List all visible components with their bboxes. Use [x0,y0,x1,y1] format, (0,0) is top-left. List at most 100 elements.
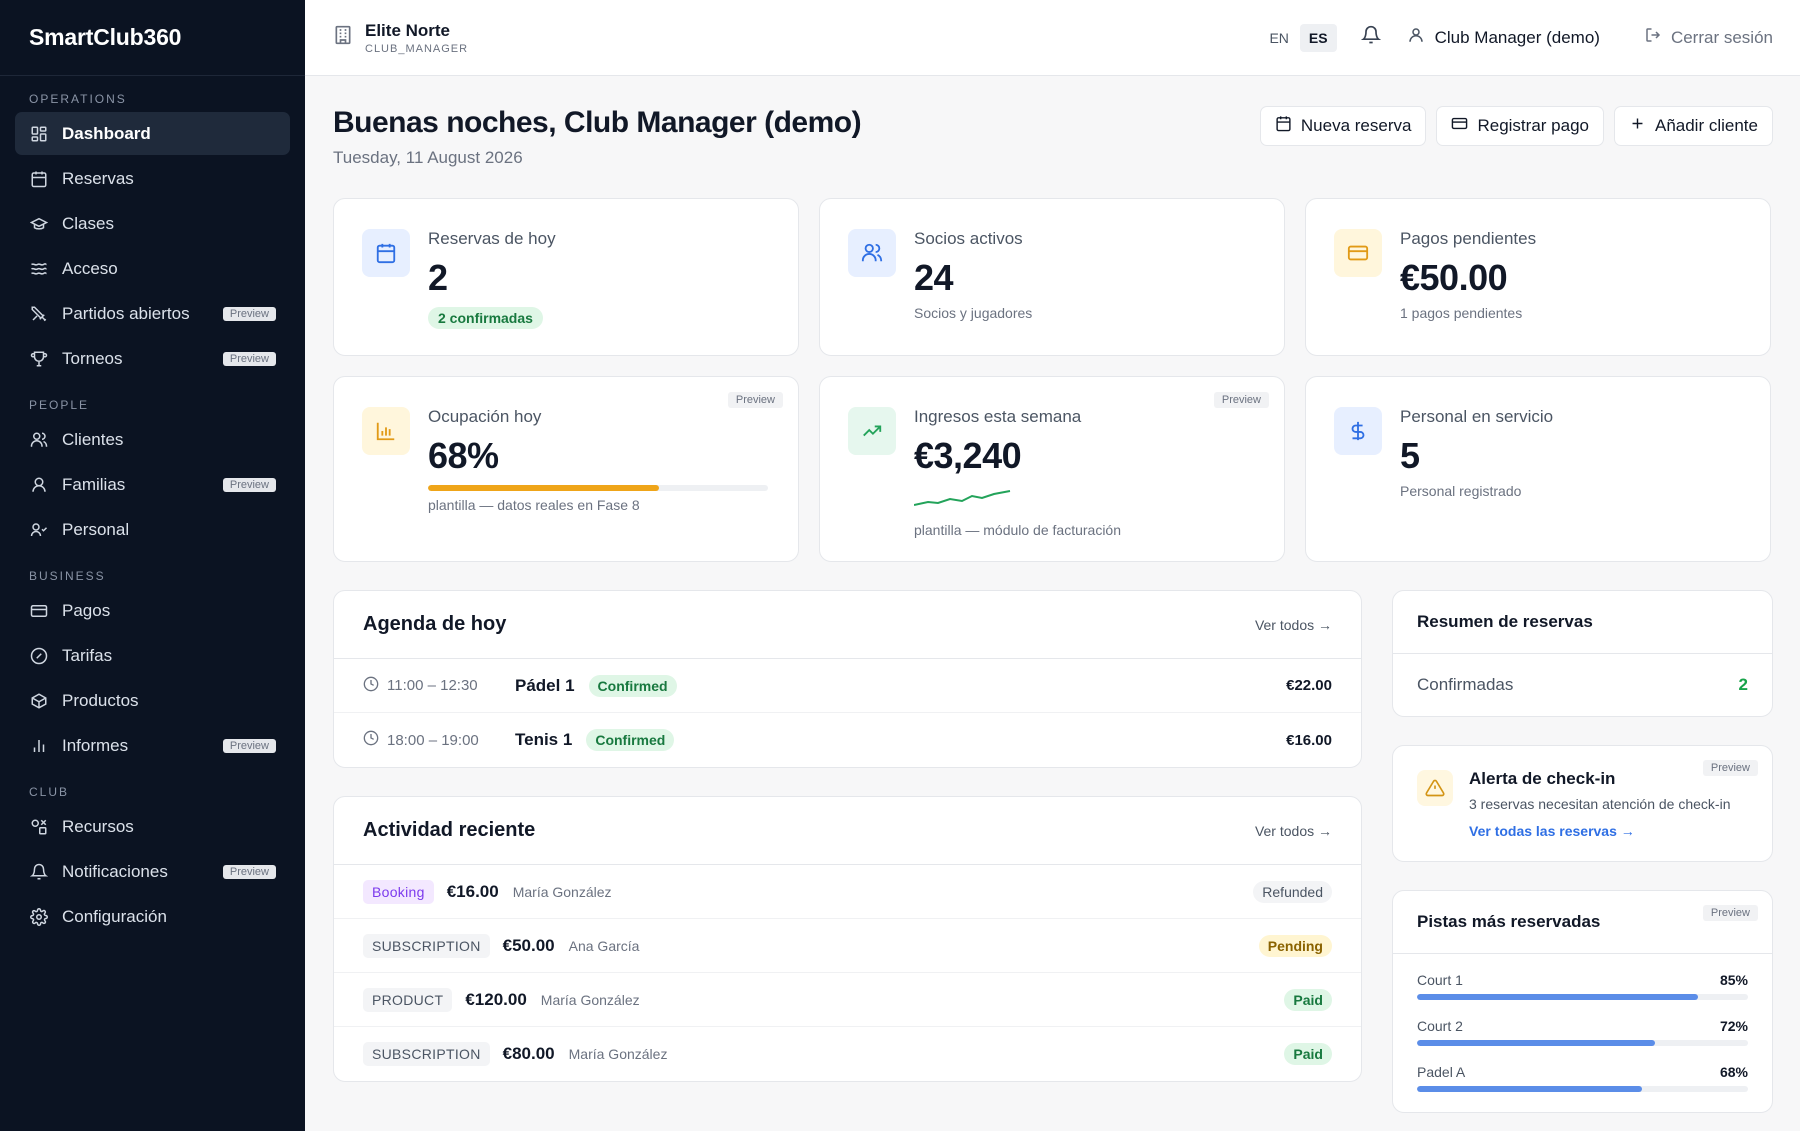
activity-row[interactable]: Booking €16.00 María González Refunded [334,865,1361,919]
plus-icon [1629,115,1646,137]
staff-icon [29,520,49,540]
agenda-row[interactable]: 11:00 – 12:30 Pádel 1 Confirmed €22.00 [334,659,1361,713]
stat-card-occupancy[interactable]: Preview Ocupación hoy 68% plantilla — da… [333,376,799,562]
sidebar-item-label: Partidos abiertos [62,303,190,323]
stat-card-pending-payments[interactable]: Pagos pendientes €50.00 1 pagos pendient… [1305,198,1771,356]
sidebar-item-label: Acceso [62,258,118,278]
sidebar-item-clientes[interactable]: Clientes [15,418,290,461]
stat-label: Personal en servicio [1400,407,1554,426]
notifications-bell-icon[interactable] [1360,25,1381,50]
dollar-icon [1334,407,1382,455]
agenda-amount: €22.00 [1286,677,1332,694]
sidebar-item-label: Reservas [62,168,134,188]
agenda-row[interactable]: 18:00 – 19:00 Tenis 1 Confirmed €16.00 [334,713,1361,767]
section-label-people: PEOPLE [29,398,90,412]
stat-card-weekly-revenue[interactable]: Preview Ingresos esta semana €3,240 plan… [819,376,1285,562]
family-icon [29,475,49,495]
lang-es-button[interactable]: ES [1299,23,1337,52]
sidebar-item-configuracion[interactable]: Configuración [15,895,290,938]
add-client-button[interactable]: Añadir cliente [1613,106,1773,146]
preview-badge: Preview [727,392,783,408]
sidebar-item-torneos[interactable]: Torneos Preview [15,337,290,380]
revenue-sparkline [913,490,1011,506]
sidebar-item-dashboard[interactable]: Dashboard [15,112,290,155]
stat-card-bookings-today[interactable]: Reservas de hoy 2 2 confirmadas [333,198,799,356]
credit-card-icon [29,601,49,621]
stat-sub: plantilla — datos reales en Fase 8 [428,497,640,513]
activity-row[interactable]: SUBSCRIPTION €50.00 Ana García Pending [334,919,1361,973]
stat-value: €3,240 [914,435,1022,476]
page-title: Buenas noches, Club Manager (demo) [333,106,862,139]
percent-badge-icon [29,646,49,666]
warning-icon [1417,770,1453,806]
club-selector[interactable]: Elite Norte CLUB_MANAGER [333,21,468,55]
new-booking-label: Nueva reserva [1300,116,1412,135]
building-icon [333,25,353,50]
stat-card-active-members[interactable]: Socios activos 24 Socios y jugadores [819,198,1285,356]
alert-title: Alerta de check-in [1469,769,1616,788]
sidebar-item-recursos[interactable]: Recursos [15,805,290,848]
court-usage-row: Padel A 68% [1393,1064,1772,1092]
stat-card-staff[interactable]: Personal en servicio 5 Personal registra… [1305,376,1771,562]
new-booking-button[interactable]: Nueva reserva [1259,106,1427,146]
waves-icon [29,259,49,279]
clock-icon [363,676,379,696]
activity-client: María González [512,883,612,900]
sidebar-item-notificaciones[interactable]: Notificaciones Preview [15,850,290,893]
sidebar-item-label: Clientes [62,429,124,449]
sidebar-item-clases[interactable]: Clases [15,202,290,245]
stat-value: €50.00 [1400,257,1508,298]
checkin-alert-card: Preview Alerta de check-in 3 reservas ne… [1392,745,1773,862]
logout-button[interactable]: Cerrar sesión [1644,26,1773,49]
sidebar-item-label: Personal [62,519,130,539]
dashboard-icon [29,124,49,144]
sidebar-item-informes[interactable]: Informes Preview [15,724,290,767]
agenda-card: Agenda de hoy Ver todos → 11:00 – 12:30 … [333,590,1362,768]
main-area: Elite Norte CLUB_MANAGER EN ES Club Mana… [305,0,1800,1131]
activity-amount: €50.00 [502,935,555,955]
sidebar-item-personal[interactable]: Personal [15,508,290,551]
section-label-club: CLUB [29,785,70,799]
topbar: Elite Norte CLUB_MANAGER EN ES Club Mana… [305,0,1800,76]
package-icon [29,691,49,711]
logout-label: Cerrar sesión [1670,27,1773,47]
activity-amount: €120.00 [465,989,527,1009]
agenda-time: 18:00 – 19:00 [387,731,479,749]
sidebar-item-familias[interactable]: Familias Preview [15,463,290,506]
activity-client: María González [568,1046,668,1062]
top-courts-title: Pistas más reservadas [1417,912,1601,931]
court-usage-fill [1417,1040,1656,1046]
club-name: Elite Norte [365,20,451,40]
sidebar-item-partidos-abiertos[interactable]: Partidos abiertos Preview [15,292,290,335]
activity-row[interactable]: PRODUCT €120.00 María González Paid [334,973,1361,1027]
user-menu[interactable]: Club Manager (demo) [1407,26,1600,49]
court-usage-bar [1417,1086,1748,1092]
status-badge: Paid [1284,988,1332,1011]
agenda-court: Tenis 1 [515,730,573,749]
summary-value: 2 [1738,675,1748,694]
brand-logo[interactable]: SmartClub360 [0,0,305,76]
preview-badge: Preview [222,738,276,753]
sidebar-item-acceso[interactable]: Acceso [15,247,290,290]
sidebar-item-reservas[interactable]: Reservas [15,157,290,200]
lang-en-button[interactable]: EN [1260,24,1297,52]
view-all-bookings-link[interactable]: Ver todas las reservas → [1469,823,1748,839]
court-usage-row: Court 1 85% [1393,972,1772,1000]
court-pct: 68% [1719,1064,1748,1080]
stat-sub: plantilla — módulo de facturación [914,522,1122,538]
stat-label: Ingresos esta semana [914,407,1082,426]
agenda-see-all-link[interactable]: Ver todos → [1255,617,1332,633]
status-badge: Confirmed [588,674,677,697]
sidebar-item-tarifas[interactable]: Tarifas [15,634,290,677]
register-payment-button[interactable]: Registrar pago [1436,106,1604,146]
court-pct: 72% [1719,1018,1748,1034]
preview-badge: Preview [222,351,276,366]
stat-value: 68% [428,435,499,476]
sidebar-item-pagos[interactable]: Pagos [15,589,290,632]
sidebar-item-productos[interactable]: Productos [15,679,290,722]
booking-summary-card: Resumen de reservas Confirmadas 2 [1392,590,1773,717]
preview-badge: Preview [222,306,276,321]
activity-row[interactable]: SUBSCRIPTION €80.00 María González Paid [334,1027,1361,1081]
occupancy-progress-bar [428,485,768,491]
activity-see-all-link[interactable]: Ver todos → [1255,823,1332,839]
